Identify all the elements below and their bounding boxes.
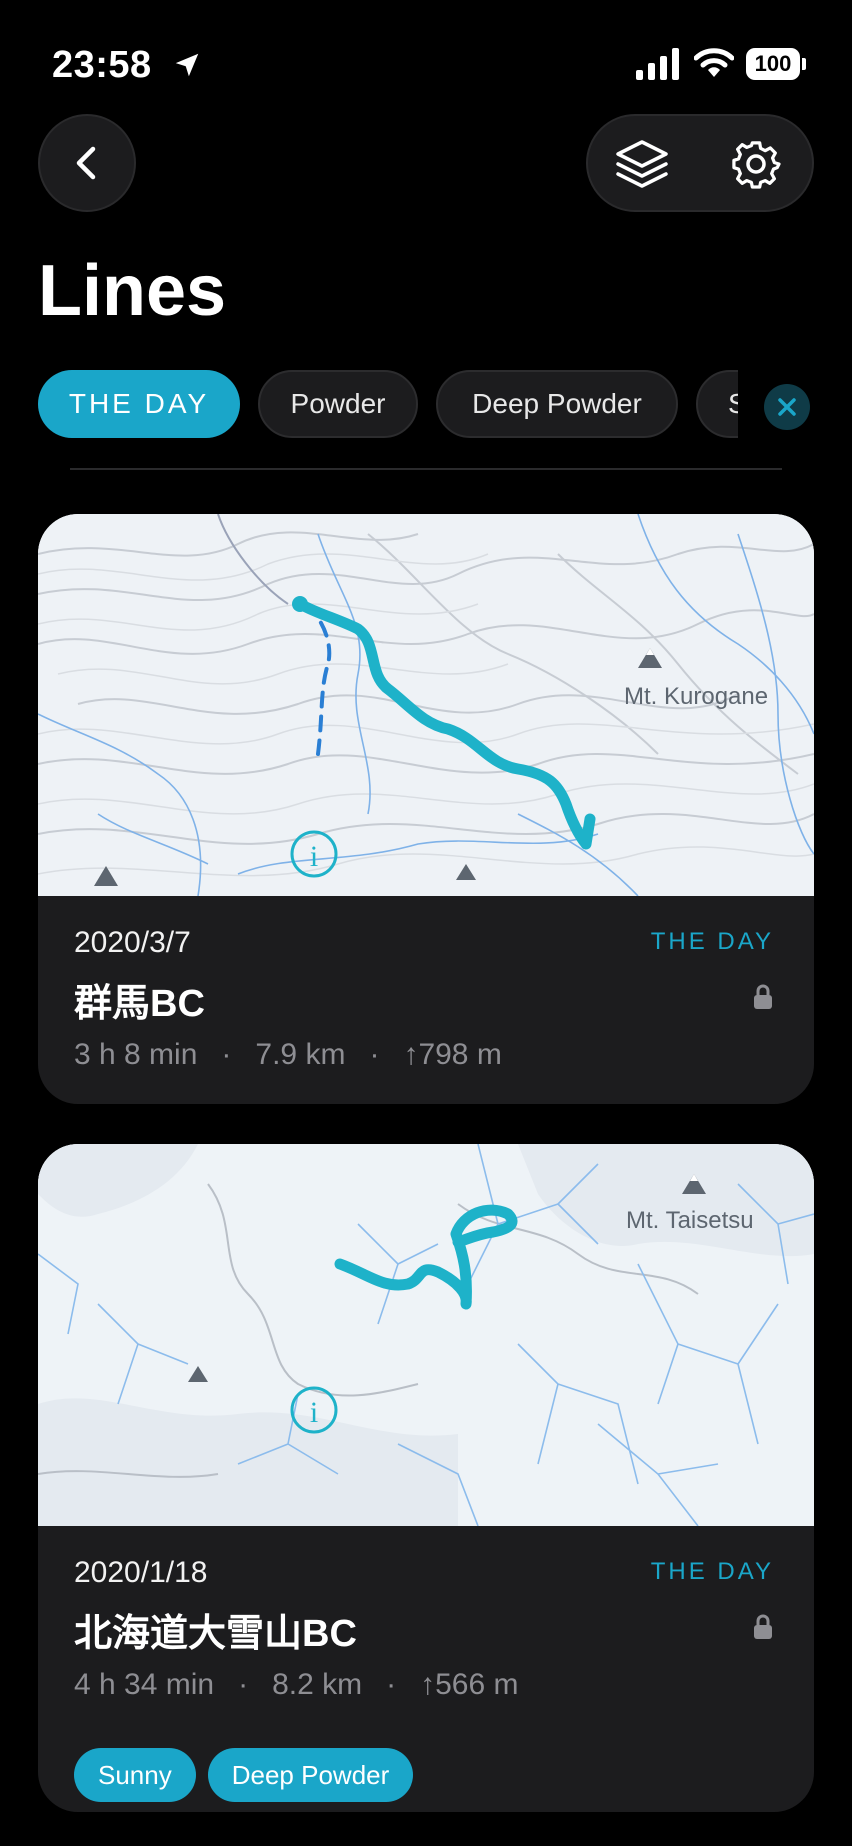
list-divider	[70, 468, 782, 470]
stat-separator: ·	[238, 1668, 249, 1701]
stat-duration: 4 h 34 min	[74, 1668, 215, 1701]
stat-separator: ·	[369, 1038, 380, 1071]
chip-the-day[interactable]: THE DAY	[38, 370, 240, 438]
status-bar: 23:58 100	[0, 0, 852, 110]
badge-snow: Deep Powder	[207, 1748, 414, 1802]
chip-deep-powder[interactable]: Deep Powder	[436, 370, 678, 438]
card-stats: 4 h 34 min · 8.2 km · ↑566 m	[74, 1668, 519, 1702]
route-map: Mt. Kurogane i	[38, 514, 814, 896]
chip-powder[interactable]: Powder	[258, 370, 418, 438]
stat-distance: 7.9 km	[255, 1038, 346, 1071]
badge-weather: Sunny	[74, 1748, 196, 1802]
wifi-icon	[694, 48, 734, 77]
location-arrow-icon	[175, 53, 199, 77]
card-date: 2020/3/7	[74, 926, 191, 959]
lock-icon	[754, 984, 772, 1009]
status-time: 23:58	[52, 44, 152, 86]
condition-badges: Sunny Deep Powder	[74, 1748, 425, 1802]
route-map: Mt. Taisetsu i	[38, 1144, 814, 1526]
clear-filter-button[interactable]	[764, 384, 810, 430]
settings-button[interactable]	[718, 126, 794, 202]
card-stats: 3 h 8 min · 7.9 km · ↑798 m	[74, 1038, 502, 1072]
chip-truncated[interactable]: S	[696, 370, 738, 438]
page-title: Lines	[38, 251, 227, 331]
lock-icon	[754, 1614, 772, 1639]
stat-separator: ·	[221, 1038, 232, 1071]
stat-elevation: ↑566 m	[420, 1668, 519, 1701]
close-icon	[778, 398, 796, 416]
card-title: 群馬BC	[74, 983, 205, 1025]
signal-icon	[636, 48, 679, 80]
card-tag: THE DAY	[650, 928, 774, 955]
layers-button[interactable]	[604, 126, 680, 202]
map-peak-label: Mt. Taisetsu	[626, 1207, 754, 1234]
svg-text:i: i	[310, 1396, 318, 1429]
stat-separator: ·	[386, 1668, 397, 1701]
gear-icon	[732, 141, 781, 189]
card-date: 2020/1/18	[74, 1556, 208, 1589]
stat-distance: 8.2 km	[272, 1668, 363, 1701]
map-tools-group	[586, 114, 814, 212]
chevron-left-icon	[76, 146, 96, 180]
card-title: 北海道大雪山BC	[74, 1613, 357, 1655]
card-tag: THE DAY	[650, 1558, 774, 1585]
svg-text:i: i	[310, 840, 318, 873]
line-card[interactable]: Mt. Taisetsu i 2020/1/18 THE DAY 北海道大雪山B…	[38, 1144, 814, 1812]
layers-icon	[616, 140, 668, 188]
battery-icon: 100	[746, 48, 808, 82]
stat-duration: 3 h 8 min	[74, 1038, 198, 1071]
battery-level: 100	[754, 51, 792, 76]
filter-chips: THE DAY Powder Deep Powder S	[38, 370, 738, 438]
back-button[interactable]	[38, 114, 136, 212]
map-peak-label: Mt. Kurogane	[624, 683, 768, 710]
stat-elevation: ↑798 m	[403, 1038, 502, 1071]
line-card[interactable]: Mt. Kurogane i 2020/3/7 THE DAY 群馬BC 3 h…	[38, 514, 814, 1104]
